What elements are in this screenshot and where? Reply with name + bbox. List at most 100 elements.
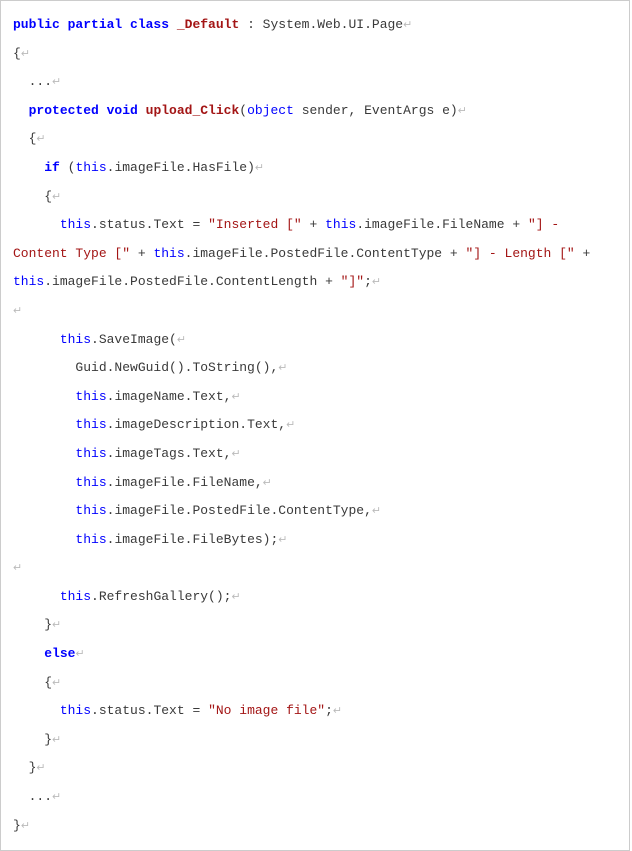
string: "] - Length [" [466, 246, 575, 261]
text: .imageName.Text, [107, 389, 232, 404]
return-icon: ↵ [36, 763, 45, 775]
text: } [13, 732, 52, 747]
code-line: {↵ [13, 189, 61, 204]
text: .imageFile.FileBytes); [107, 532, 279, 547]
code-line: this.imageName.Text,↵ [13, 389, 241, 404]
code-line: this.imageFile.PostedFile.ContentType,↵ [13, 503, 381, 518]
text: .imageFile.PostedFile.ContentLength + [44, 274, 340, 289]
text: .imageFile.HasFile) [107, 160, 255, 175]
return-icon: ↵ [52, 192, 61, 204]
text: .imageFile.PostedFile.ContentType + [185, 246, 466, 261]
text: ( [60, 160, 76, 175]
code-line: protected void upload_Click(object sende… [13, 103, 467, 118]
code-line: }↵ [13, 818, 30, 833]
code-line: {↵ [13, 46, 30, 61]
return-icon: ↵ [231, 392, 240, 404]
keyword: this [153, 246, 184, 261]
return-icon: ↵ [333, 706, 342, 718]
text: .imageFile.PostedFile.ContentType, [107, 503, 372, 518]
text: sender, EventArgs e) [294, 103, 458, 118]
keyword: this [13, 703, 91, 718]
return-icon: ↵ [278, 535, 287, 547]
return-icon: ↵ [458, 106, 467, 118]
text: .imageFile.FileName + [356, 217, 528, 232]
keyword: protected void [13, 103, 138, 118]
code-line: this.imageTags.Text,↵ [13, 446, 241, 461]
text: { [13, 675, 52, 690]
text: } [13, 818, 21, 833]
code-line: }↵ [13, 760, 46, 775]
code-line: ...↵ [13, 789, 61, 804]
text: } [13, 760, 36, 775]
code-block: public partial class _Default : System.W… [0, 0, 630, 851]
return-icon: ↵ [75, 649, 84, 661]
text: .imageFile.FileName, [107, 475, 263, 490]
code-line: this.SaveImage(↵ [13, 332, 186, 347]
class-name: _Default [177, 17, 239, 32]
keyword: object [247, 103, 294, 118]
text: ; [364, 274, 372, 289]
code-line: this.status.Text = "Inserted [" + this.i… [13, 217, 598, 289]
return-icon: ↵ [403, 20, 412, 32]
code-line: if (this.imageFile.HasFile)↵ [13, 160, 264, 175]
keyword: this [13, 589, 91, 604]
return-icon: ↵ [177, 335, 186, 347]
code-line: this.imageFile.FileBytes);↵ [13, 532, 288, 547]
text: } [13, 617, 52, 632]
keyword: this [13, 332, 91, 347]
return-icon: ↵ [231, 449, 240, 461]
keyword: this [13, 475, 107, 490]
return-icon: ↵ [372, 277, 381, 289]
code-line: public partial class _Default : System.W… [13, 17, 412, 32]
text: ... [13, 789, 52, 804]
keyword: this [13, 503, 107, 518]
return-icon: ↵ [52, 792, 61, 804]
text: ... [13, 74, 52, 89]
return-icon: ↵ [263, 478, 272, 490]
code-line: }↵ [13, 732, 61, 747]
code-line: ...↵ [13, 74, 61, 89]
text: ( [239, 103, 247, 118]
code-line: ↵ [13, 560, 22, 575]
keyword: if [13, 160, 60, 175]
return-icon: ↵ [231, 592, 240, 604]
text: + [575, 246, 598, 261]
code-line: this.status.Text = "No image file";↵ [13, 703, 342, 718]
keyword: this [13, 217, 91, 232]
return-icon: ↵ [21, 821, 30, 833]
return-icon: ↵ [372, 506, 381, 518]
return-icon: ↵ [21, 49, 30, 61]
text: { [13, 131, 36, 146]
code-line: Guid.NewGuid().ToString(),↵ [13, 360, 287, 375]
text: Guid.NewGuid().ToString(), [13, 360, 278, 375]
text: .RefreshGallery(); [91, 589, 231, 604]
text: .status.Text = [91, 703, 208, 718]
keyword: this [13, 532, 107, 547]
return-icon: ↵ [286, 420, 295, 432]
keyword: this [13, 417, 107, 432]
text: .imageTags.Text, [107, 446, 232, 461]
keyword: this [13, 274, 44, 289]
string: "No image file" [208, 703, 325, 718]
return-icon: ↵ [52, 77, 61, 89]
code-line: this.imageFile.FileName,↵ [13, 475, 272, 490]
string: "]" [341, 274, 364, 289]
keyword: this [13, 446, 107, 461]
text: { [13, 46, 21, 61]
code-line: ↵ [13, 303, 22, 318]
code-line: this.imageDescription.Text,↵ [13, 417, 295, 432]
return-icon: ↵ [255, 163, 264, 175]
text: .status.Text = [91, 217, 208, 232]
return-icon: ↵ [52, 620, 61, 632]
text: : System.Web.UI.Page [239, 17, 403, 32]
return-icon: ↵ [36, 134, 45, 146]
keyword: this [13, 389, 107, 404]
text: ; [325, 703, 333, 718]
return-icon: ↵ [278, 363, 287, 375]
return-icon: ↵ [52, 735, 61, 747]
text: .SaveImage( [91, 332, 177, 347]
code-line: }↵ [13, 617, 61, 632]
code-line: else↵ [13, 646, 85, 661]
text: + [302, 217, 325, 232]
keyword: this [325, 217, 356, 232]
